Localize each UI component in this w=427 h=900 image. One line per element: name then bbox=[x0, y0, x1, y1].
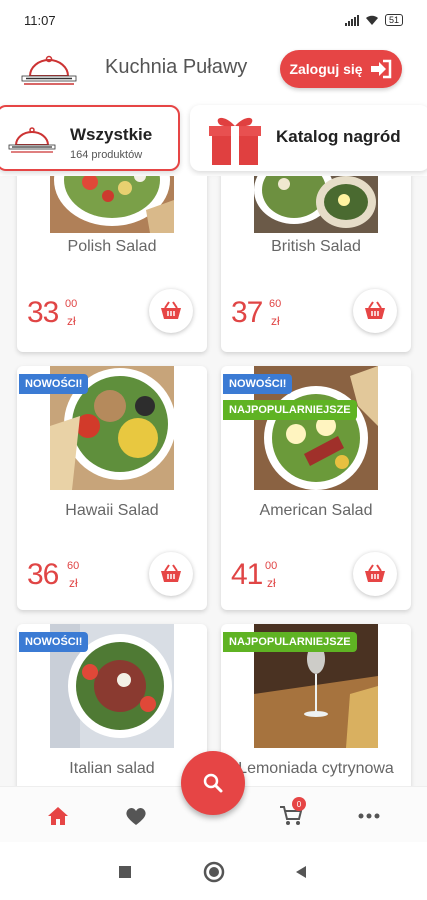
nav-home[interactable] bbox=[45, 803, 71, 829]
restaurant-logo-icon[interactable] bbox=[18, 48, 80, 90]
status-icons: 51 bbox=[344, 14, 403, 26]
back-icon[interactable] bbox=[293, 864, 309, 880]
product-price: 41 00 zł bbox=[231, 558, 277, 592]
status-bar: 11:07 51 bbox=[0, 0, 427, 40]
tab-all-title: Wszystkie bbox=[70, 125, 153, 144]
product-name: British Salad bbox=[271, 238, 361, 255]
product-card[interactable]: NOWOŚCI! Italian salad bbox=[17, 624, 207, 786]
add-to-cart-button[interactable] bbox=[353, 552, 397, 596]
system-nav-bar bbox=[0, 842, 427, 900]
add-to-cart-button[interactable] bbox=[149, 289, 193, 333]
tab-all-products[interactable]: Wszystkie 164 produktów bbox=[0, 105, 180, 171]
add-to-cart-button[interactable] bbox=[353, 289, 397, 333]
product-card[interactable]: NOWOŚCI! NAJPOPULARNIEJSZE American Sala… bbox=[221, 366, 411, 610]
signal-icon bbox=[344, 14, 359, 26]
wifi-icon bbox=[365, 15, 378, 25]
badge-popular: NAJPOPULARNIEJSZE bbox=[223, 400, 357, 420]
price-main: 41 bbox=[231, 558, 263, 591]
status-time: 11:07 bbox=[24, 12, 56, 28]
shop-name: Kuchnia Puławy bbox=[105, 56, 248, 78]
product-card[interactable]: NAJPOPULARNIEJSZE Lemoniada cytrynowa bbox=[221, 624, 411, 786]
basket-icon bbox=[161, 564, 181, 582]
price-main: 37 bbox=[231, 296, 263, 329]
basket-icon bbox=[365, 301, 385, 319]
more-dots-icon bbox=[358, 813, 380, 819]
badge-new: NOWOŚCI! bbox=[19, 374, 89, 394]
product-card[interactable]: NOWOŚCI! Hawaii Salad 36 60 zł bbox=[17, 366, 207, 610]
product-card[interactable]: Polish Salad 33 00 zł bbox=[17, 176, 207, 352]
price-currency: zł bbox=[67, 314, 76, 328]
gift-icon bbox=[209, 117, 261, 165]
login-button[interactable]: Zaloguj się bbox=[280, 50, 402, 88]
nav-more[interactable] bbox=[356, 803, 382, 829]
price-currency: zł bbox=[267, 576, 276, 590]
tab-rewards-title: Katalog nagród bbox=[276, 127, 401, 146]
add-to-cart-button[interactable] bbox=[149, 552, 193, 596]
category-tabs: Wszystkie 164 produktów Katalog nagród bbox=[0, 102, 427, 176]
restaurant-logo-icon bbox=[8, 127, 56, 153]
home-icon bbox=[48, 807, 68, 825]
product-name: Polish Salad bbox=[67, 238, 157, 255]
tab-all-count: 164 produktów bbox=[70, 149, 143, 161]
cart-count-badge: 0 bbox=[292, 797, 306, 811]
price-main: 36 bbox=[27, 558, 59, 591]
battery-icon: 51 bbox=[384, 14, 403, 26]
badge-new: NOWOŚCI! bbox=[223, 374, 293, 394]
nav-cart[interactable]: 0 bbox=[278, 797, 306, 829]
price-cents: 00 bbox=[265, 560, 278, 572]
basket-icon bbox=[365, 564, 385, 582]
product-name: Lemoniada cytrynowa bbox=[238, 760, 394, 777]
price-cents: 60 bbox=[269, 298, 282, 310]
nav-favorites[interactable] bbox=[123, 803, 149, 829]
product-image bbox=[50, 176, 174, 233]
badge-new: NOWOŚCI! bbox=[19, 632, 89, 652]
price-currency: zł bbox=[69, 576, 78, 590]
product-card[interactable]: British Salad 37 60 zł bbox=[221, 176, 411, 352]
recent-apps-icon[interactable] bbox=[117, 864, 133, 880]
search-button[interactable] bbox=[181, 751, 245, 815]
heart-icon bbox=[126, 808, 146, 825]
app-header: Kuchnia Puławy Zaloguj się bbox=[0, 40, 427, 102]
price-main: 33 bbox=[27, 296, 59, 329]
price-cents: 00 bbox=[65, 298, 78, 310]
product-image bbox=[254, 176, 378, 233]
product-name: Italian salad bbox=[69, 760, 155, 777]
price-cents: 60 bbox=[67, 560, 80, 572]
login-arrow-icon bbox=[370, 59, 391, 79]
badge-popular: NAJPOPULARNIEJSZE bbox=[223, 632, 357, 652]
search-icon bbox=[203, 773, 223, 793]
product-price: 33 00 zł bbox=[27, 296, 77, 330]
product-name: Hawaii Salad bbox=[65, 502, 159, 519]
tab-rewards-catalog[interactable]: Katalog nagród bbox=[190, 105, 427, 171]
product-name: American Salad bbox=[259, 502, 373, 519]
product-price: 36 60 zł bbox=[27, 558, 79, 592]
basket-icon bbox=[161, 301, 181, 319]
product-grid: Polish Salad 33 00 zł British Salad 37 6… bbox=[0, 176, 427, 786]
product-price: 37 60 zł bbox=[231, 296, 281, 330]
home-circle-icon[interactable] bbox=[203, 861, 225, 883]
price-currency: zł bbox=[271, 314, 280, 328]
login-label: Zaloguj się bbox=[289, 61, 363, 77]
